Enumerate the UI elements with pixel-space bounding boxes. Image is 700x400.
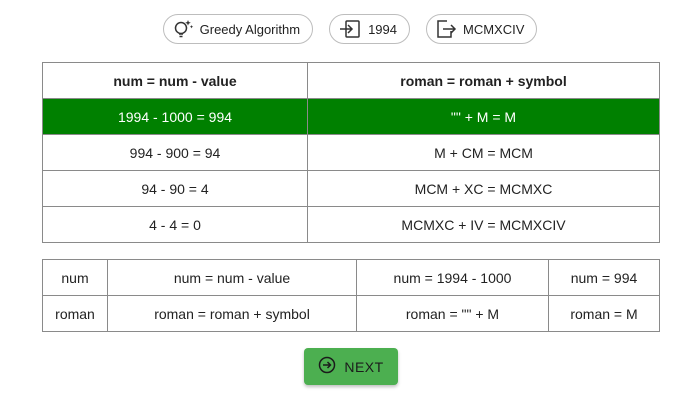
num-cell: 94 - 90 = 4 — [42, 170, 308, 207]
roman-cell: M + CM = MCM — [307, 134, 660, 171]
table-row: num num = num - value num = 1994 - 1000 … — [42, 259, 660, 296]
substitution-cell: roman = "" + M — [356, 295, 549, 332]
table-row: 94 - 90 = 4 MCM + XC = MCMXC — [42, 170, 660, 207]
algorithm-chip[interactable]: Greedy Algorithm — [162, 14, 314, 44]
output-chip-label: MCMXCIV — [462, 21, 525, 37]
table-row: 994 - 900 = 94 M + CM = MCM — [42, 134, 660, 171]
formula-cell: roman = roman + symbol — [107, 295, 357, 332]
formula-cell: num = num - value — [107, 259, 357, 296]
num-cell: 4 - 4 = 0 — [42, 206, 308, 243]
table-row: 1994 - 1000 = 994 "" + M = M — [42, 98, 660, 135]
lightbulb-icon — [172, 18, 194, 40]
arrow-circle-right-icon — [318, 356, 336, 377]
table-row: 4 - 4 = 0 MCMXC + IV = MCMXCIV — [42, 206, 660, 243]
result-cell: roman = M — [548, 295, 660, 332]
state-table: num num = num - value num = 1994 - 1000 … — [42, 259, 660, 332]
input-chip-label: 1994 — [368, 21, 397, 37]
roman-cell: "" + M = M — [307, 98, 660, 135]
num-cell: 994 - 900 = 94 — [42, 134, 308, 171]
output-arrow-icon — [435, 19, 457, 39]
steps-table-header-row: num = num - value roman = roman + symbol — [42, 62, 660, 99]
output-chip[interactable]: MCMXCIV — [425, 14, 538, 44]
table-row: roman roman = roman + symbol roman = "" … — [42, 295, 660, 332]
roman-cell: MCMXC + IV = MCMXCIV — [307, 206, 660, 243]
variable-name-cell: num — [42, 259, 108, 296]
input-chip[interactable]: 1994 — [329, 14, 410, 44]
next-button-label: NEXT — [344, 358, 384, 375]
num-cell: 1994 - 1000 = 994 — [42, 98, 308, 135]
substitution-cell: num = 1994 - 1000 — [356, 259, 549, 296]
num-column-header: num = num - value — [42, 62, 308, 99]
roman-column-header: roman = roman + symbol — [307, 62, 660, 99]
result-cell: num = 994 — [548, 259, 660, 296]
next-button[interactable]: NEXT — [304, 348, 398, 385]
steps-table: num = num - value roman = roman + symbol… — [42, 62, 660, 243]
roman-cell: MCM + XC = MCMXC — [307, 170, 660, 207]
input-arrow-icon — [338, 19, 362, 39]
info-chips: Greedy Algorithm 1994 MCMXCIV — [0, 14, 700, 44]
variable-name-cell: roman — [42, 295, 108, 332]
algorithm-chip-label: Greedy Algorithm — [199, 21, 301, 37]
